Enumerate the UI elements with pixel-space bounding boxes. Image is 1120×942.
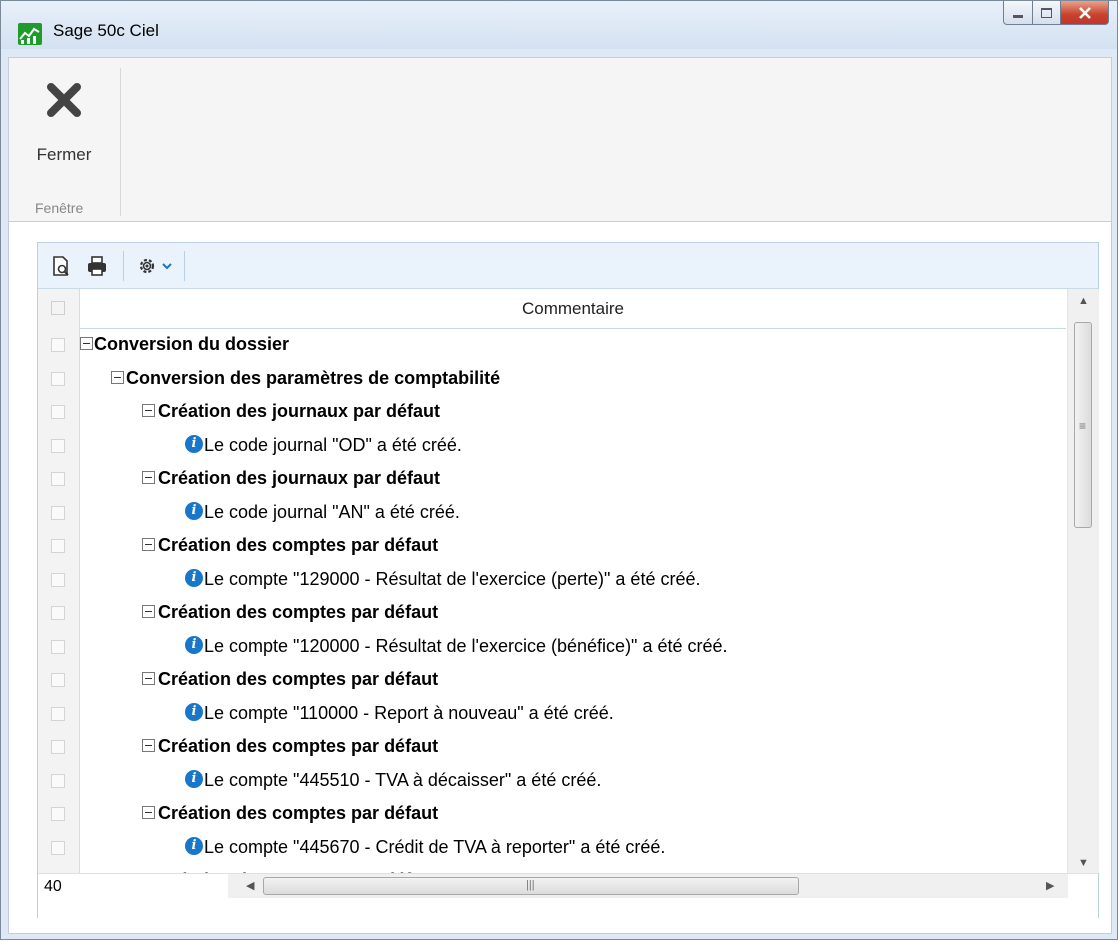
row-checkbox[interactable]: [51, 740, 65, 754]
group-label: Création des comptes par défaut: [158, 669, 439, 689]
scroll-left-icon[interactable]: ◀: [246, 879, 254, 892]
log-group-row[interactable]: Conversion des paramètres de comptabilit…: [38, 362, 1066, 396]
vertical-scroll-thumb[interactable]: ≡: [1074, 322, 1092, 528]
row-checkbox[interactable]: [51, 338, 65, 352]
scroll-up-icon[interactable]: ▲: [1078, 295, 1089, 307]
log-group-row[interactable]: Création des comptes par défaut: [38, 596, 1066, 630]
log-entry-row[interactable]: i Le compte "120000 - Résultat de l'exerc…: [38, 630, 1066, 664]
log-entry-row[interactable]: i Le compte "129000 - Résultat de l'exerc…: [38, 563, 1066, 597]
log-entry-row[interactable]: i Le compte "110000 - Report à nouveau" a…: [38, 697, 1066, 731]
entry-message: Le compte "110000 - Report à nouveau" a …: [204, 702, 614, 723]
entry-message: Le compte "129000 - Résultat de l'exerci…: [204, 568, 701, 589]
close-ribbon-button[interactable]: Fermer: [29, 72, 99, 164]
entry-message: Le compte "445670 - Crédit de TVA à repo…: [204, 836, 666, 857]
ribbon-group-label: Fenêtre: [35, 200, 84, 216]
entry-message: Le compte "120000 - Résultat de l'exerci…: [204, 635, 728, 656]
log-group-row[interactable]: Création des comptes par défaut: [38, 663, 1066, 697]
entry-message: Le code journal "OD" a été créé.: [204, 434, 462, 455]
close-x-icon: [47, 83, 81, 117]
row-checkbox[interactable]: [51, 539, 65, 553]
log-entry-row[interactable]: i Le compte "445510 - TVA à décaisser" a …: [38, 764, 1066, 798]
group-label: Création des comptes par défaut: [158, 602, 439, 622]
log-entry-row[interactable]: i Le code journal "AN" a été créé.: [38, 496, 1066, 530]
row-checkbox[interactable]: [51, 405, 65, 419]
info-icon: i: [185, 702, 203, 721]
row-checkbox[interactable]: [51, 639, 65, 654]
log-entry-row[interactable]: i Le compte "445670 - Crédit de TVA à rep…: [38, 831, 1066, 865]
group-label: Création des journaux par défaut: [158, 401, 441, 421]
close-label: Fermer: [36, 145, 92, 164]
info-icon: i: [185, 434, 203, 453]
grip-icon: |||: [526, 879, 535, 891]
group-label: Conversion des paramètres de comptabilit…: [126, 367, 501, 388]
row-checkbox[interactable]: [51, 371, 65, 386]
group-label: Conversion du dossier: [94, 334, 290, 354]
app-window: Sage 50c Ciel Fermer Fenêtre Commentaire…: [0, 0, 1118, 940]
horizontal-scroll-thumb[interactable]: |||: [263, 877, 799, 895]
scroll-down-icon[interactable]: ▼: [1078, 857, 1089, 869]
main-content: Commentaire Conversion du dossier Convers…: [8, 222, 1112, 934]
vertical-scrollbar[interactable]: ▲ ≡ ▼: [1067, 289, 1099, 873]
row-checkbox[interactable]: [51, 773, 65, 788]
row-checkbox[interactable]: [51, 472, 65, 486]
collapse-icon[interactable]: [111, 370, 124, 384]
window-controls: [1003, 1, 1109, 31]
close-icon: [1078, 6, 1091, 19]
collapse-icon[interactable]: [142, 471, 155, 484]
log-group-row[interactable]: Création des comptes par défaut: [38, 730, 1066, 764]
collapse-icon[interactable]: [142, 605, 155, 618]
log-group-row[interactable]: Création des journaux par défaut: [38, 462, 1066, 496]
collapse-icon[interactable]: [142, 672, 155, 685]
info-icon: i: [185, 769, 203, 788]
collapse-icon[interactable]: [80, 337, 93, 350]
row-checkbox[interactable]: [51, 840, 65, 855]
maximize-button[interactable]: [1033, 1, 1061, 25]
row-checkbox[interactable]: [51, 673, 65, 687]
log-entry-row[interactable]: i Le code journal "OD" a été créé.: [38, 429, 1066, 463]
scroll-right-icon[interactable]: ▶: [1046, 879, 1054, 892]
ribbon-divider: [120, 68, 121, 216]
log-grid: Commentaire Conversion du dossier Convers…: [37, 242, 1099, 918]
row-count: 40: [44, 878, 62, 895]
collapse-icon[interactable]: [142, 538, 155, 551]
entry-message: Le compte "445510 - TVA à décaisser" a é…: [204, 769, 602, 790]
info-icon: i: [185, 635, 203, 654]
info-icon: i: [185, 501, 203, 520]
log-group-row[interactable]: Création des journaux par défaut: [38, 395, 1066, 429]
log-group-row[interactable]: Création des comptes par défaut: [38, 864, 1066, 873]
maximize-icon: [1041, 7, 1052, 18]
collapse-icon[interactable]: [142, 806, 155, 819]
group-label: Création des journaux par défaut: [158, 468, 441, 488]
grid-footer: 40 ◀ ||| ▶: [38, 873, 1098, 918]
minimize-button[interactable]: [1003, 1, 1033, 25]
group-label: Création des comptes par défaut: [158, 535, 439, 555]
minimize-icon: [1013, 15, 1023, 18]
row-checkbox[interactable]: [51, 438, 65, 453]
log-group-row[interactable]: Création des comptes par défaut: [38, 529, 1066, 563]
entry-message: Le code journal "AN" a été créé.: [204, 501, 460, 522]
info-icon: i: [185, 836, 203, 855]
row-checkbox[interactable]: [51, 505, 65, 520]
info-icon: i: [185, 568, 203, 587]
horizontal-scrollbar[interactable]: ◀ ||| ▶: [228, 874, 1068, 898]
close-window-button[interactable]: [1061, 1, 1109, 25]
row-checkbox[interactable]: [51, 606, 65, 620]
window-title: Sage 50c Ciel: [53, 21, 159, 40]
row-checkbox[interactable]: [51, 807, 65, 821]
app-logo-icon: [18, 23, 42, 45]
row-checkbox[interactable]: [51, 572, 65, 587]
group-label: Création des comptes par défaut: [158, 803, 439, 823]
collapse-icon[interactable]: [142, 739, 155, 752]
title-bar[interactable]: Sage 50c Ciel: [1, 1, 1117, 49]
log-group-row[interactable]: Conversion du dossier: [38, 328, 1066, 362]
grip-icon: ≡: [1079, 419, 1087, 433]
grid-rows: Conversion du dossier Conversion des para…: [38, 243, 1066, 873]
log-group-row[interactable]: Création des comptes par défaut: [38, 797, 1066, 831]
collapse-icon[interactable]: [142, 404, 155, 417]
group-label: Création des comptes par défaut: [158, 736, 439, 756]
ribbon: Fermer Fenêtre: [8, 57, 1112, 222]
row-checkbox[interactable]: [51, 706, 65, 721]
